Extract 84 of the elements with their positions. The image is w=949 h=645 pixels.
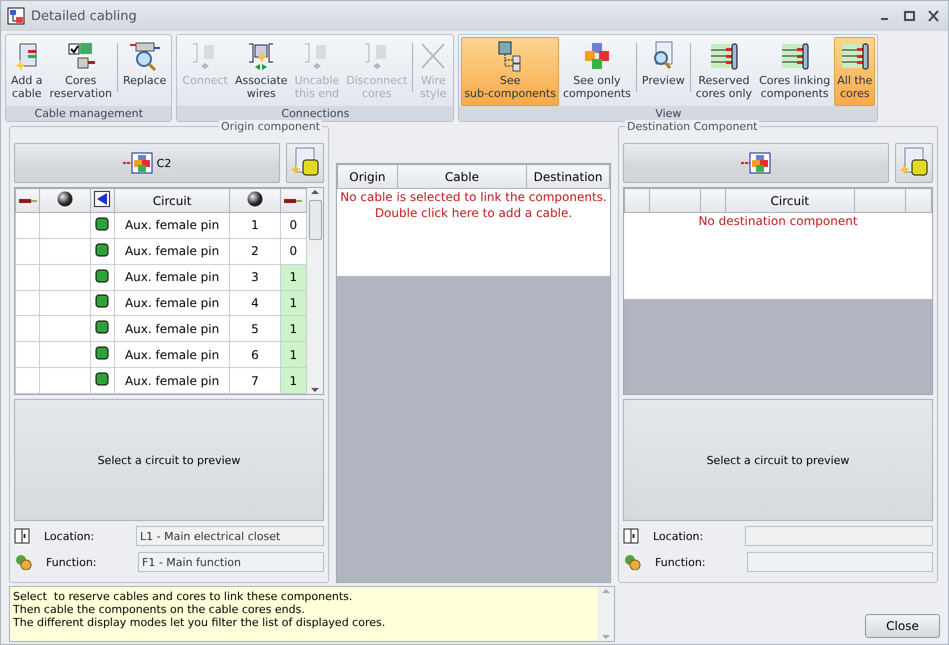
field-label: Function: [45,556,98,568]
table-cell: 1 [280,264,306,290]
column-header: Cable [397,164,527,188]
table-cell: Aux. female pin [114,290,230,316]
table-cell: 1 [280,368,306,394]
component-icon [741,151,771,175]
field-value: L1 - Main electrical closet [136,526,324,546]
ball-icon [246,191,263,207]
status-icon [95,346,110,360]
close-button[interactable]: Close [865,614,940,638]
magnifier-icon [130,40,160,72]
column-header: Circuit [725,188,854,212]
ribbon-button[interactable]: See sub-components [461,37,559,106]
field-value: F1 - Main function [138,552,324,572]
table-cell: Aux. female pin [114,264,230,290]
empty-message: No destination component [698,213,858,229]
empty-message[interactable]: Double click here to add a cable. [374,205,572,221]
table-cell: Aux. female pin [114,238,230,264]
field-label: Function: [654,556,706,568]
ribbon-button[interactable]: Associate wires [232,37,291,106]
scrollbar[interactable] [307,188,323,394]
column-header: Origin [338,164,398,188]
field-label: Location: [43,530,96,542]
group-title: View [459,106,878,121]
app-icon [7,7,25,25]
gears-icon [623,554,641,570]
status-icon [95,320,110,334]
new-component-button[interactable] [286,143,324,183]
ribbon-button[interactable]: Cores reservation [46,37,115,106]
table-cell: Aux. female pin [114,368,230,394]
ball-icon [57,191,73,207]
ribbon-button[interactable]: Preview [638,37,688,106]
empty-message[interactable]: No cable is selected to link the components. [340,189,607,205]
table-cell: 5 [230,316,280,342]
cabinet-icon [14,528,30,544]
status-icon [95,372,110,386]
table-cell: Aux. female pin [114,342,230,368]
window-title: Detailed cabling [31,8,138,24]
table-cell: 1 [280,290,306,316]
ribbon-button[interactable]: Cores linking components [756,37,834,106]
wire-icon [284,196,302,204]
ribbon-button[interactable]: Add a cable [8,37,46,106]
new-component-button[interactable] [895,143,933,183]
arrow-icon[interactable] [94,191,110,207]
gears-icon [14,554,32,570]
ribbon-button[interactable]: Reserved cores only [692,37,756,106]
table-cell: 1 [230,212,280,238]
panel-legend: Origin component [219,120,322,133]
ribbon-button[interactable]: See only components [560,37,634,106]
group-title: Cable management [6,106,172,121]
scroll-up-icon[interactable] [310,188,320,196]
column-header: Destination [526,164,610,188]
table-cell: Aux. female pin [114,316,230,342]
status-icon [95,216,110,231]
status-icon [95,242,110,257]
ribbon-button[interactable]: All the cores [834,37,876,106]
column-header: Circuit [114,188,230,212]
table-cell: Aux. female pin [114,212,230,238]
table-cell: 7 [230,368,280,394]
field-label: Location: [652,530,704,542]
status-icon [95,294,110,308]
scroll-thumb[interactable] [308,200,322,240]
table-cell: 6 [230,342,280,368]
preview-text: Select a circuit to preview [98,454,240,466]
cabinet-icon [623,528,639,544]
table-cell: 3 [230,264,280,290]
group-title: Connections [177,106,454,121]
table-cell: 1 [280,342,306,368]
panel-legend: Destination Component [625,120,760,133]
table-cell: 0 [280,238,306,264]
hint-text: Then cable the components on the cable cores ends. [13,603,306,616]
wire-icon [18,196,37,204]
table-cell: 2 [230,238,280,264]
table-cell: 0 [280,212,306,238]
table-cell: 4 [230,290,280,316]
component-button[interactable]: C2 [14,143,280,183]
component-icon [122,151,153,175]
table-cell: 1 [280,316,306,342]
scroll-down-icon[interactable] [310,386,320,394]
ribbon-button[interactable]: Replace [120,37,170,106]
hint-text: The different display modes let you filter the list of displayed cores. [13,616,386,629]
preview-text: Select a circuit to preview [706,454,850,466]
hint-text: Select to reserve cables and cores to link these components. [13,590,354,603]
status-icon [95,268,110,283]
